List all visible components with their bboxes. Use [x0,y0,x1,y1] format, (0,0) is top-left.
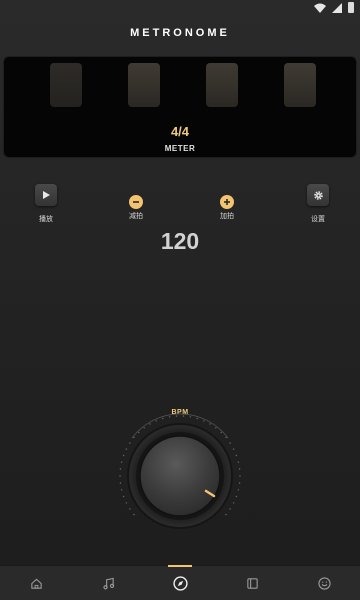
bpm-value: 120 [160,228,200,254]
dial-tick [232,448,235,450]
plus-circle-icon [224,199,230,205]
dial-tick [229,508,231,510]
dial-tick [133,436,135,439]
dial-tick [237,461,240,463]
wifi-icon [314,3,326,13]
dial-tick [235,495,238,498]
nav-item-book[interactable] [232,568,272,598]
play-icon [43,191,50,199]
tempo-dial[interactable] [110,400,250,540]
dial-tick [235,454,238,457]
app-title: METRONOME [130,27,230,39]
gear-icon [313,190,323,200]
dial-tick [225,436,227,439]
beat-indicator-3 [206,63,238,107]
meter-label: METER [164,144,196,153]
dial-tick [162,417,164,420]
minus-circle-icon [133,201,139,203]
dial-tick [215,427,217,429]
dial-tick [138,431,140,434]
dial-tick [182,415,185,417]
dial-tick [122,454,125,457]
dial-tick [168,416,171,418]
dial-tick [229,442,231,444]
dial-tick [143,427,145,429]
dial-tick [119,482,122,484]
increase-button[interactable] [220,195,234,209]
nav-item-metronome[interactable] [160,565,200,598]
dial-tick [129,508,131,510]
compass-icon [172,575,188,591]
play-button[interactable] [35,184,57,206]
nav-item-home[interactable] [16,568,56,598]
dial-tick [225,513,227,516]
dial-tick [119,475,121,477]
dial-tick [209,423,211,425]
meter-panel: 4/4 METER [3,56,357,158]
beat-indicator-2 [128,63,160,107]
book-icon [246,577,258,589]
dial-tick [203,420,205,422]
nav-item-music[interactable] [88,568,128,598]
dial-tick [175,415,178,417]
beat-indicator-1 [50,63,82,107]
bottom-nav [0,565,360,600]
music-note-icon [102,577,114,589]
dial-tick [125,448,128,450]
increase-label: 加拍 [220,213,234,220]
dial-tick [196,417,198,420]
dial-tick [232,502,235,504]
dial-tick [122,495,125,498]
dial-tick [149,423,151,425]
decrease-label: 减拍 [129,213,143,220]
settings-button[interactable] [307,184,329,206]
signal-icon [332,2,342,13]
settings-label: 设置 [311,216,325,223]
beat-indicator-4 [284,63,316,107]
decrease-button[interactable] [129,195,143,209]
battery-icon [348,2,354,13]
nav-item-profile[interactable] [304,568,344,598]
dial-tick [119,468,122,470]
tempo-dial-graphic [119,413,241,529]
play-label: 播放 [39,216,53,223]
dial-tick [125,502,128,504]
meter-value[interactable]: 4/4 [4,124,356,139]
dial-tick [155,420,157,422]
dial-tick [238,468,241,470]
dial-tick [120,489,123,491]
dial-tick [189,416,192,418]
home-icon [30,578,42,589]
status-bar [0,0,360,16]
dial-tick [237,489,240,491]
dial-tick [239,475,241,477]
dial-tick [120,461,123,463]
dial-tick [220,431,222,434]
dial-tick [129,442,131,444]
dial-tick [238,482,241,484]
smile-icon [317,576,331,590]
dial-tick [133,513,135,516]
